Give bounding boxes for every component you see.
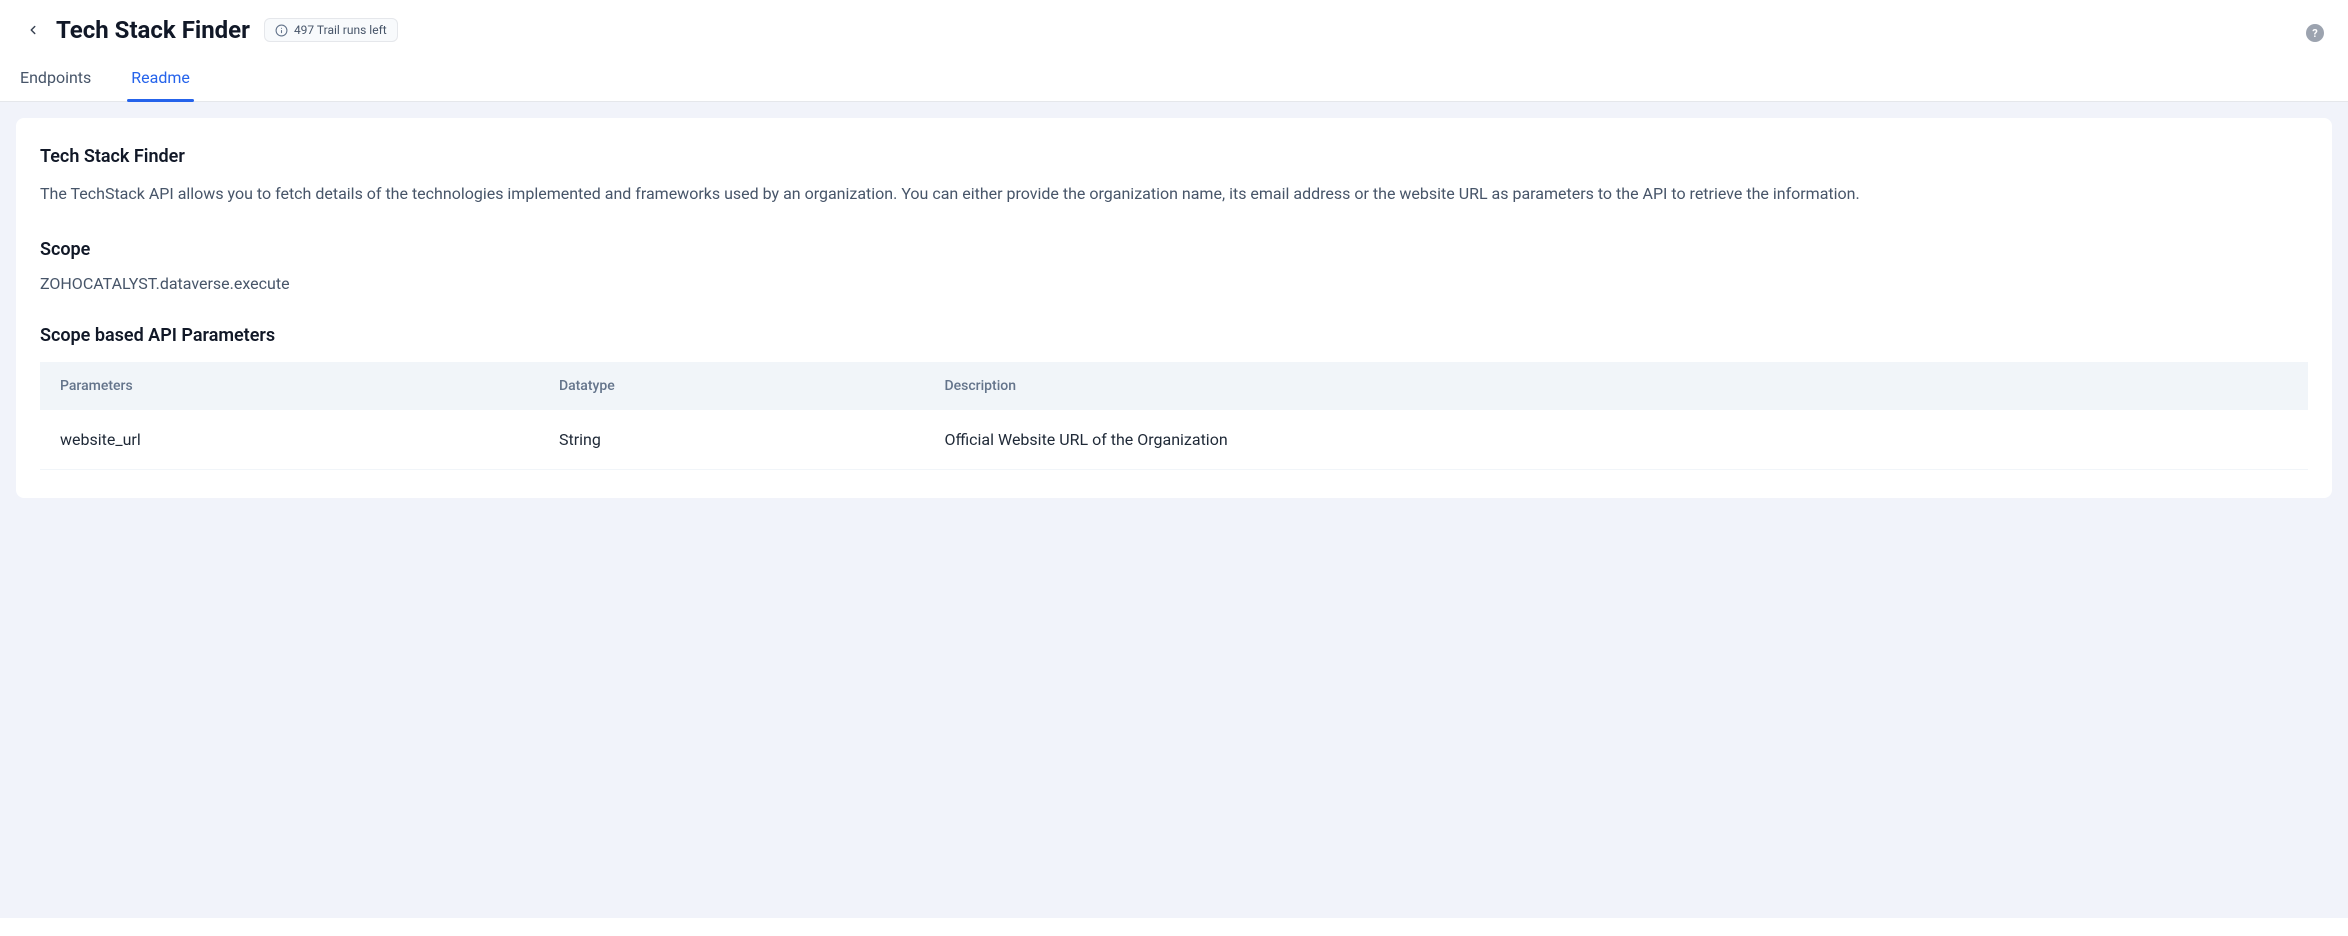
readme-heading: Tech Stack Finder	[40, 146, 2308, 167]
col-description: Description	[925, 362, 2309, 410]
page-title: Tech Stack Finder	[56, 16, 250, 44]
col-parameters: Parameters	[40, 362, 539, 410]
trial-runs-badge: 497 Trail runs left	[264, 18, 398, 42]
back-button[interactable]	[24, 21, 42, 39]
cell-description: Official Website URL of the Organization	[925, 410, 2309, 470]
tab-endpoints[interactable]: Endpoints	[16, 56, 95, 101]
info-icon	[275, 24, 288, 37]
cell-datatype: String	[539, 410, 925, 470]
question-mark-icon: ?	[2312, 27, 2317, 40]
cell-param: website_url	[40, 410, 539, 470]
tabs-nav: Endpoints Readme	[0, 56, 2348, 102]
params-table: Parameters Datatype Description website_…	[40, 362, 2308, 470]
table-row: website_url String Official Website URL …	[40, 410, 2308, 470]
tab-readme[interactable]: Readme	[127, 56, 194, 101]
chevron-left-icon	[26, 23, 40, 37]
scope-heading: Scope	[40, 239, 2308, 260]
params-heading: Scope based API Parameters	[40, 325, 2308, 346]
trial-runs-text: 497 Trail runs left	[294, 23, 387, 37]
table-header-row: Parameters Datatype Description	[40, 362, 2308, 410]
col-datatype: Datatype	[539, 362, 925, 410]
scope-value: ZOHOCATALYST.dataverse.execute	[40, 274, 2308, 293]
help-button[interactable]: ?	[2306, 24, 2324, 42]
readme-description: The TechStack API allows you to fetch de…	[40, 181, 2308, 207]
readme-card: Tech Stack Finder The TechStack API allo…	[16, 118, 2332, 498]
